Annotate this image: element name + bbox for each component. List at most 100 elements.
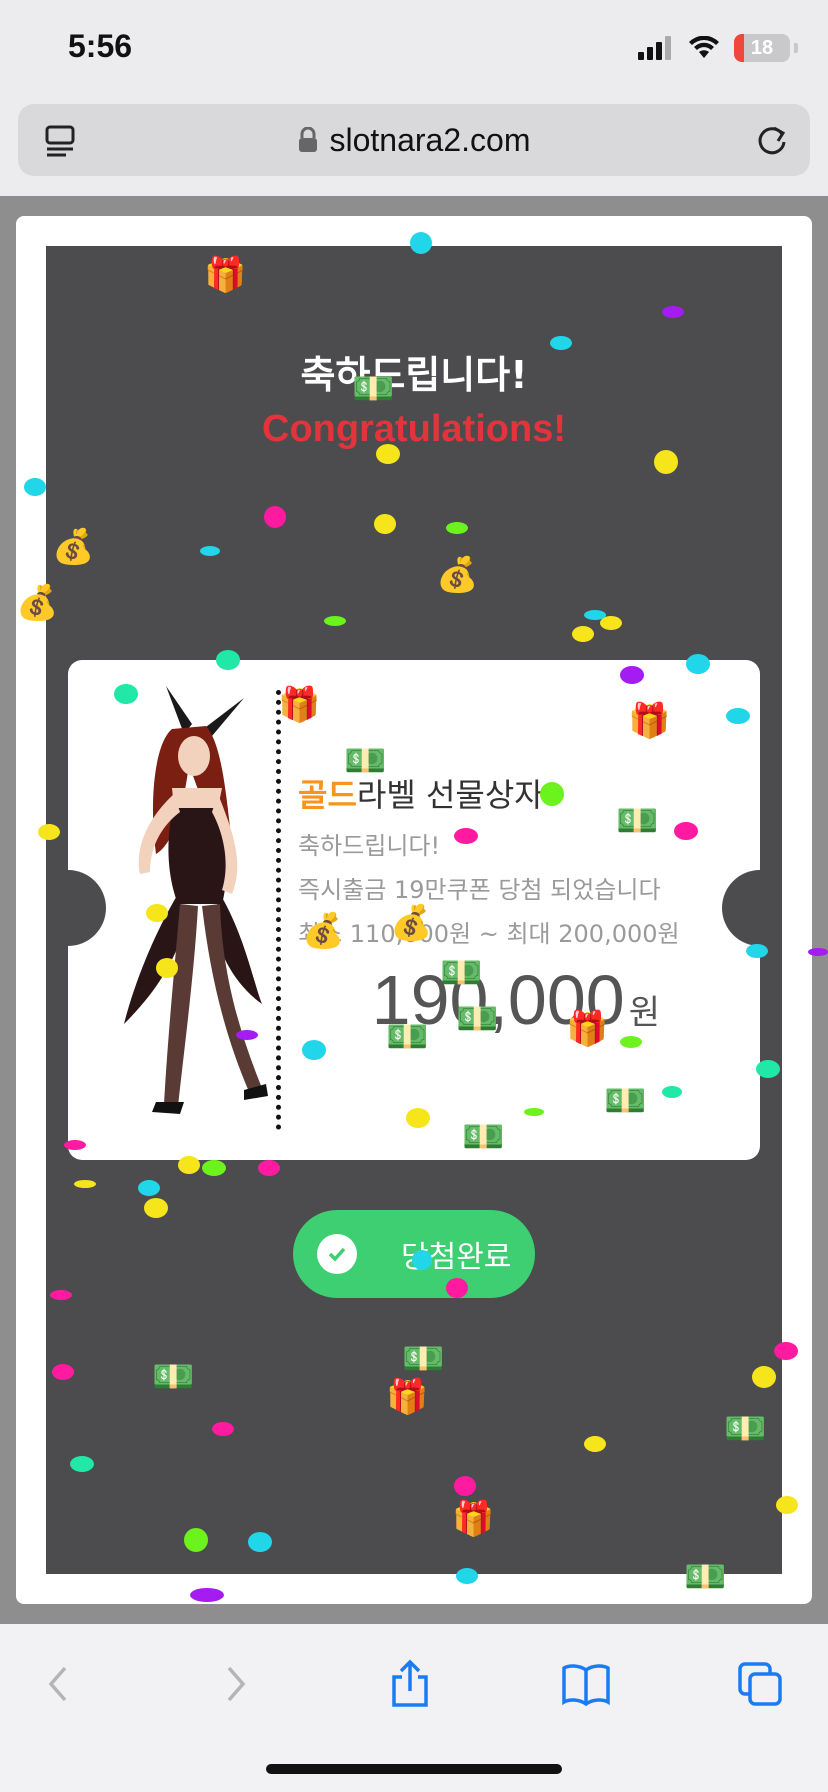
confetti-dot [572, 626, 594, 642]
ticket-line-congrats: 축하드립니다! [298, 832, 441, 860]
tab-overview-icon[interactable] [730, 1654, 790, 1714]
wifi-icon [689, 36, 719, 58]
congrats-title-english: Congratulations! [262, 408, 566, 450]
ticket-perforation [276, 690, 281, 1130]
bunny-girl-illustration [124, 686, 268, 1114]
banknote-icon: 💵 [456, 999, 499, 1039]
confetti-dot [746, 944, 768, 958]
money-bag-icon: 💰 [52, 527, 95, 567]
battery-icon: 18 [734, 34, 790, 62]
tabs-icon[interactable] [44, 124, 78, 158]
banknote-icon: 💵 [604, 1081, 647, 1121]
confetti-dot [212, 1422, 234, 1436]
confetti-dot [584, 1436, 606, 1452]
confetti-dot [74, 1180, 96, 1188]
check-icon [317, 1234, 357, 1274]
banknote-icon: 💵 [462, 1117, 505, 1157]
battery-level: 18 [750, 36, 774, 59]
ticket-notch-right [722, 870, 760, 946]
confetti-dot [50, 1290, 72, 1300]
status-bar: 5:56 18 [0, 0, 828, 100]
status-icons: 18 [638, 34, 798, 62]
confetti-dot [550, 336, 572, 350]
address-bar[interactable]: slotnara2.com [18, 104, 810, 176]
confetti-dot [662, 306, 684, 318]
banknote-icon: 💵 [684, 1557, 727, 1597]
confetti-dot [38, 824, 60, 840]
url-text: slotnara2.com [329, 121, 531, 158]
banknote-icon: 💵 [344, 741, 387, 781]
confetti-dot [376, 444, 400, 464]
prize-amount-unit: 원 [628, 994, 660, 1032]
status-time: 5:56 [68, 28, 133, 64]
confetti-dot [248, 1532, 272, 1552]
confetti-dot [454, 1476, 476, 1496]
confetti-dot [662, 1086, 682, 1098]
confetti-dot [776, 1496, 798, 1514]
confetti-dot [156, 958, 178, 978]
banknote-icon: 💵 [152, 1357, 195, 1397]
banknote-icon: 💵 [724, 1409, 767, 1449]
money-bag-icon: 💰 [16, 583, 59, 623]
forward-icon[interactable] [206, 1654, 266, 1714]
confetti-dot [202, 1160, 226, 1176]
banknote-icon: 💵 [352, 369, 395, 409]
confetti-dot [184, 1528, 208, 1552]
confetti-dot [178, 1156, 200, 1174]
confetti-dot [774, 1342, 798, 1360]
gift-icon: 🎁 [452, 1499, 495, 1539]
confetti-dot [654, 450, 678, 474]
confetti-dot [620, 1036, 642, 1048]
confetti-dot [756, 1060, 780, 1078]
congrats-title-korean: 축하드립니다! [300, 353, 528, 397]
confetti-dot [674, 822, 698, 840]
lock-icon [298, 127, 317, 152]
money-bag-icon: 💰 [436, 555, 479, 595]
confetti-dot [70, 1456, 94, 1472]
confetti-dot [24, 478, 46, 496]
banknote-icon: 💵 [386, 1017, 429, 1057]
reload-icon[interactable] [754, 122, 790, 158]
confetti-dot [406, 1108, 430, 1128]
confetti-dot [236, 1030, 258, 1040]
cellular-icon [638, 36, 671, 60]
home-indicator [266, 1764, 562, 1774]
confetti-dot [264, 506, 286, 528]
ticket-line-coupon: 즉시출금 19만쿠폰 당첨 되었습니다 [298, 876, 661, 904]
confetti-dot [686, 654, 710, 674]
confetti-dot [808, 948, 828, 956]
confetti-dot [302, 1040, 326, 1060]
confetti-dot [52, 1364, 74, 1380]
bookmarks-icon[interactable] [556, 1654, 616, 1714]
url-display[interactable]: slotnara2.com [298, 121, 531, 159]
confetti-dot [620, 666, 644, 684]
confetti-dot [374, 514, 396, 534]
money-bag-icon: 💰 [390, 903, 433, 943]
confetti-dot [752, 1366, 776, 1388]
confetti-dot [584, 610, 606, 620]
confetti-dot [726, 708, 750, 724]
ticket-title-rest: 라벨 선물상자 [356, 776, 544, 814]
confetti-dot [524, 1108, 544, 1116]
ticket-title-highlight: 골드 [298, 776, 357, 814]
confetti-dot [324, 616, 346, 626]
browser-address-area: slotnara2.com [0, 100, 828, 196]
confetti-dot [410, 232, 432, 254]
confetti-dot [216, 650, 240, 670]
gift-icon: 🎁 [566, 1009, 609, 1049]
share-icon[interactable] [380, 1654, 440, 1714]
confetti-dot [114, 684, 138, 704]
confetti-dot [138, 1180, 160, 1196]
confetti-dot [64, 1140, 86, 1150]
confetti-dot [258, 1160, 280, 1176]
confetti-dot [454, 828, 478, 844]
back-icon[interactable] [28, 1654, 88, 1714]
confetti-dot [146, 904, 168, 922]
banknote-icon: 💵 [616, 801, 659, 841]
banknote-icon: 💵 [402, 1339, 445, 1379]
confetti-dot [190, 1588, 224, 1602]
banknote-icon: 💵 [440, 953, 483, 993]
confetti-dot [456, 1568, 478, 1584]
money-bag-icon: 💰 [302, 911, 345, 951]
confetti-dot [412, 1250, 432, 1270]
